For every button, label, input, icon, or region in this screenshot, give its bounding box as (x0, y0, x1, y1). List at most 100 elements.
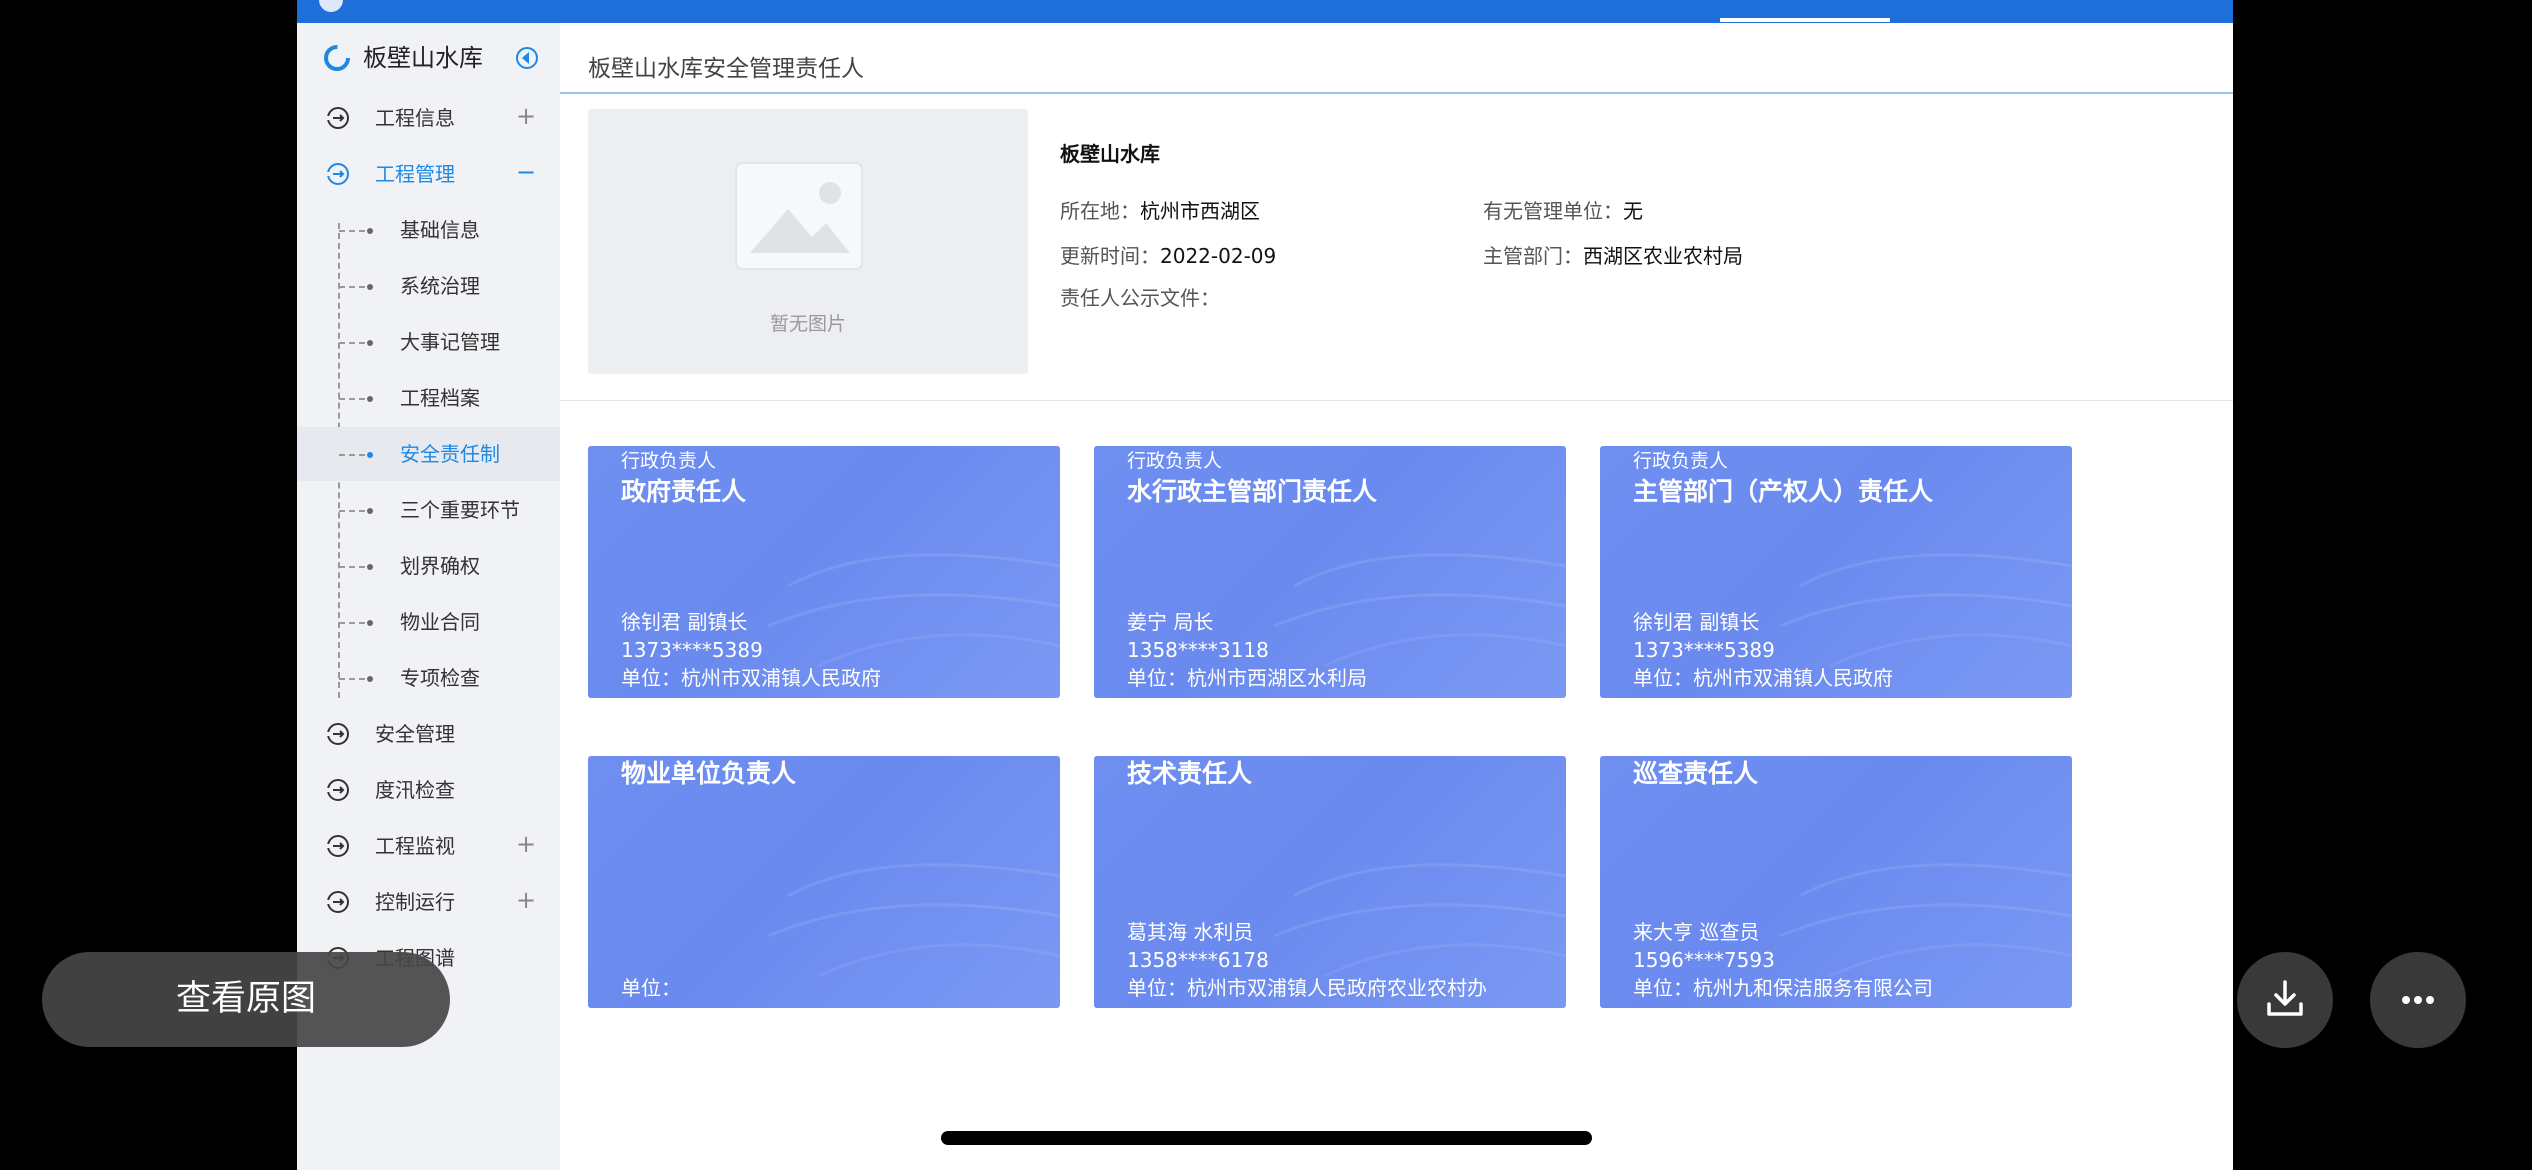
submenu-item-archives[interactable]: 工程档案 (297, 371, 560, 425)
card-title: 巡查责任人 (1633, 759, 1759, 788)
responsible-card-technical[interactable]: 技术责任人 葛其海 水利员 1358****6178 单位：杭州市双浦镇人民政府… (1094, 756, 1566, 1008)
dept-value: 西湖区农业农村局 (1583, 244, 1743, 268)
card-phone: 1373****5389 (1633, 638, 1775, 662)
card-unit: 单位：杭州市双浦镇人民政府 (1633, 666, 1893, 690)
submenu-item-safety-responsibility[interactable]: 安全责任制 (297, 427, 560, 481)
card-person: 徐钊君 副镇长 (1633, 610, 1760, 634)
bullet (367, 396, 373, 402)
bullet (367, 340, 373, 346)
submenu-item-special-inspection[interactable]: 专项检查 (297, 651, 560, 705)
circle-arrow-icon (325, 163, 349, 185)
sidebar-title: 板壁山水库 (363, 44, 483, 72)
card-category: 行政负责人 (1633, 450, 1729, 472)
menu-item-monitoring[interactable]: 工程监视 + (297, 819, 560, 873)
tree-branch (339, 230, 365, 232)
bullet (367, 676, 373, 682)
menu-item-project-info[interactable]: 工程信息 + (297, 91, 560, 145)
image-placeholder-icon (735, 162, 863, 270)
submenu-label: 安全责任制 (400, 442, 500, 466)
card-phone: 1373****5389 (621, 638, 763, 662)
card-phone: 1358****3118 (1127, 638, 1269, 662)
tree-branch (339, 398, 365, 400)
bullet (367, 284, 373, 290)
submenu-label: 工程档案 (400, 386, 480, 410)
card-phone: 1358****6178 (1127, 948, 1269, 972)
collapse-toggle-icon[interactable]: − (516, 157, 536, 187)
tree-branch (339, 510, 365, 512)
card-title: 技术责任人 (1127, 759, 1253, 788)
submenu-label: 物业合同 (400, 610, 480, 634)
project-photo-placeholder: 暂无图片 (588, 109, 1028, 374)
menu-label: 安全管理 (375, 722, 455, 746)
submenu-label: 专项检查 (400, 666, 480, 690)
responsible-card-competent-dept[interactable]: 行政负责人 主管部门（产权人）责任人 徐钊君 副镇长 1373****5389 … (1600, 446, 2072, 698)
card-category: 行政负责人 (621, 450, 717, 472)
menu-item-safety-management[interactable]: 安全管理 (297, 707, 560, 761)
tree-branch (339, 622, 365, 624)
mgmt-field: 有无管理单位：无 (1483, 196, 1643, 226)
responsible-card-property-unit[interactable]: 物业单位负责人 单位： (588, 756, 1060, 1008)
more-button[interactable] (2370, 952, 2466, 1048)
home-indicator[interactable] (941, 1131, 1592, 1145)
menu-item-flood-inspection[interactable]: 度汛检查 (297, 763, 560, 817)
card-title: 主管部门（产权人）责任人 (1633, 477, 1934, 506)
app-logo-icon (324, 45, 350, 71)
circle-arrow-icon (325, 891, 349, 913)
card-title: 物业单位负责人 (621, 759, 797, 788)
tree-branch (339, 454, 365, 456)
card-person: 来大亨 巡查员 (1633, 920, 1760, 944)
card-phone: 1596****7593 (1633, 948, 1775, 972)
submenu-label: 基础信息 (400, 218, 480, 242)
responsible-card-government[interactable]: 行政负责人 政府责任人 徐钊君 副镇长 1373****5389 单位：杭州市双… (588, 446, 1060, 698)
circle-arrow-icon (325, 779, 349, 801)
location-value: 杭州市西湖区 (1140, 199, 1260, 223)
submenu-item-events[interactable]: 大事记管理 (297, 315, 560, 369)
page-title: 板壁山水库安全管理责任人 (588, 56, 864, 82)
circle-arrow-icon (325, 835, 349, 857)
menu-item-control-operation[interactable]: 控制运行 + (297, 875, 560, 929)
submenu-item-basic-info[interactable]: 基础信息 (297, 203, 560, 257)
dept-field: 主管部门：西湖区农业农村局 (1483, 241, 1743, 271)
submenu-item-boundary[interactable]: 划界确权 (297, 539, 560, 593)
submenu-item-property-contract[interactable]: 物业合同 (297, 595, 560, 649)
menu-label: 工程信息 (375, 106, 455, 130)
submenu-label: 三个重要环节 (400, 498, 520, 522)
updated-label: 更新时间： (1060, 244, 1160, 268)
view-original-button[interactable]: 查看原图 (42, 952, 450, 1047)
bullet (367, 452, 373, 458)
menu-label: 工程监视 (375, 834, 455, 858)
expand-icon[interactable]: + (516, 885, 536, 915)
card-wave-decoration (767, 863, 1060, 978)
menu-label: 工程管理 (375, 162, 455, 186)
card-title: 政府责任人 (621, 477, 747, 506)
tree-branch (339, 286, 365, 288)
download-button[interactable] (2237, 952, 2333, 1048)
expand-icon[interactable]: + (516, 101, 536, 131)
card-unit: 单位：杭州九和保洁服务有限公司 (1633, 976, 1933, 1000)
card-unit: 单位：杭州市西湖区水利局 (1127, 666, 1367, 690)
doc-field: 责任人公示文件： (1060, 283, 1220, 313)
submenu-label: 系统治理 (400, 274, 480, 298)
menu-item-project-management[interactable]: 工程管理 − (297, 147, 560, 201)
download-icon (2267, 980, 2303, 1016)
circle-arrow-icon (325, 107, 349, 129)
submenu-item-system-governance[interactable]: 系统治理 (297, 259, 560, 313)
card-person: 葛其海 水利员 (1127, 920, 1254, 944)
updated-value: 2022-02-09 (1160, 244, 1277, 268)
card-category: 行政负责人 (1127, 450, 1223, 472)
submenu-label: 划界确权 (400, 554, 480, 578)
collapse-icon[interactable] (513, 44, 541, 72)
responsible-card-patrol[interactable]: 巡查责任人 来大亨 巡查员 1596****7593 单位：杭州九和保洁服务有限… (1600, 756, 2072, 1008)
responsible-card-water-admin[interactable]: 行政负责人 水行政主管部门责任人 姜宁 局长 1358****3118 单位：杭… (1094, 446, 1566, 698)
top-logo (319, 0, 343, 12)
menu-label: 度汛检查 (375, 778, 455, 802)
active-tab-indicator (1720, 18, 1890, 22)
card-unit: 单位：杭州市双浦镇人民政府农业农村办 (1127, 976, 1487, 1000)
mgmt-value: 无 (1623, 199, 1643, 223)
submenu-item-three-links[interactable]: 三个重要环节 (297, 483, 560, 537)
circle-arrow-icon (325, 723, 349, 745)
card-unit: 单位： (621, 976, 681, 1000)
bullet (367, 508, 373, 514)
expand-icon[interactable]: + (516, 829, 536, 859)
tree-branch (339, 566, 365, 568)
